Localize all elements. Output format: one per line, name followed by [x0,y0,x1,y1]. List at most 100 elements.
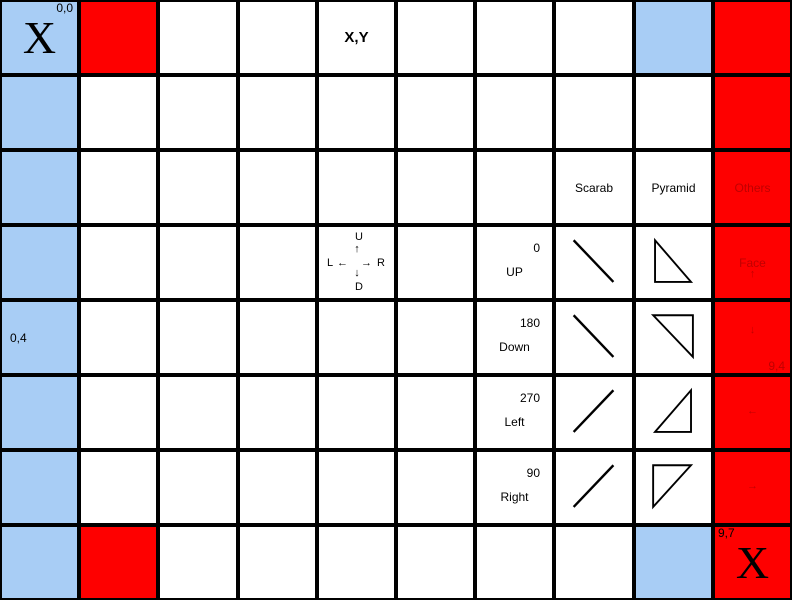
grid-cell-3-1 [238,75,317,150]
pyramid-figure-1 [650,314,694,360]
dirpad-down-arrow-icon: ↓ [354,267,360,279]
rotation-name-1: Down [499,340,530,354]
grid-cell-4-5 [317,375,396,450]
grid-cell-7-5 [554,375,634,450]
grid-cell-5-2 [396,150,475,225]
dirpad-up-icon: U [355,231,363,243]
grid-cell-9-7: X 9,7 [713,525,792,600]
grid-cell-3-0 [238,0,317,75]
face-arrow-0: ↑ [749,268,756,280]
grid-cell-0-5 [0,375,79,450]
pyramid-figure-3 [652,464,694,510]
grid-cell-2-6 [158,450,238,525]
grid-cell-6-5: Left 270 [475,375,554,450]
row4-coordinate-label: 0,4 [10,330,27,345]
grid-cell-9-2: Others [713,150,792,225]
rotation-name-2: Left [504,415,525,429]
grid-cell-8-5 [634,375,713,450]
grid-cell-6-3: UP 0 [475,225,554,300]
grid-cell-7-7 [554,525,634,600]
rotation-name-3: Right [500,490,529,504]
face-arrow-1: ↓ [749,324,756,336]
grid-cell-9-6: → [713,450,792,525]
game-board-grid: X 0,0 X,Y Scarab Pyramid Others U ↑ ↓ D L ← → R UP 0 Fac… [0,0,792,600]
grid-cell-1-7 [79,525,158,600]
grid-cell-7-2: Scarab [554,150,634,225]
grid-cell-7-3 [554,225,634,300]
grid-cell-8-7 [634,525,713,600]
scarab-figure-0 [572,239,615,283]
rotation-name-0: UP [506,265,523,279]
grid-cell-4-0: X,Y [317,0,396,75]
grid-cell-1-0 [79,0,158,75]
grid-cell-0-0: X 0,0 [0,0,79,75]
grid-cell-2-4 [158,300,238,375]
grid-cell-4-3: U ↑ ↓ D L ← → R [317,225,396,300]
origin-coordinate-label: 0,0 [56,1,73,15]
axis-label: X,Y [344,29,369,46]
grid-cell-6-7 [475,525,554,600]
grid-cell-6-6: Right 90 [475,450,554,525]
grid-cell-7-1 [554,75,634,150]
grid-cell-5-5 [396,375,475,450]
face-arrow-2: ← [747,405,758,417]
grid-cell-8-3 [634,225,713,300]
pyramid-figure-2 [652,387,692,433]
grid-cell-7-6 [554,450,634,525]
grid-cell-9-3: Face ↑ [713,225,792,300]
scarab-header: Scarab [574,180,614,195]
grid-cell-1-1 [79,75,158,150]
grid-cell-3-2 [238,150,317,225]
grid-cell-1-3 [79,225,158,300]
grid-cell-5-6 [396,450,475,525]
rotation-degrees-3: 90 [526,466,540,480]
grid-cell-6-0 [475,0,554,75]
grid-cell-4-6 [317,450,396,525]
grid-cell-3-7 [238,525,317,600]
rotation-degrees-2: 270 [519,391,540,405]
grid-cell-3-6 [238,450,317,525]
grid-cell-4-1 [317,75,396,150]
others-header: Others [734,180,771,195]
grid-cell-5-0 [396,0,475,75]
grid-cell-1-4 [79,300,158,375]
face-header: Face [739,255,766,270]
grid-cell-8-6 [634,450,713,525]
grid-cell-1-6 [79,450,158,525]
pyramid-figure-0 [654,237,694,283]
scarab-figure-2 [572,389,615,433]
grid-cell-3-5 [238,375,317,450]
rotation-degrees-1: 180 [519,316,540,330]
dirpad-left-arrow-icon: ← [337,257,348,269]
grid-cell-0-6 [0,450,79,525]
grid-cell-4-7 [317,525,396,600]
grid-cell-5-1 [396,75,475,150]
face-arrow-3: → [747,480,758,492]
grid-cell-4-4 [317,300,396,375]
dirpad-right-icon: R [377,257,385,269]
grid-cell-0-1 [0,75,79,150]
grid-cell-0-3 [0,225,79,300]
grid-cell-6-2 [475,150,554,225]
grid-cell-0-4: 0,4 [0,300,79,375]
grid-cell-5-4 [396,300,475,375]
grid-cell-5-7 [396,525,475,600]
grid-cell-9-4: ↓ 9,4 [713,300,792,375]
grid-cell-2-0 [158,0,238,75]
grid-cell-7-4 [554,300,634,375]
grid-cell-8-2: Pyramid [634,150,713,225]
scarab-figure-3 [572,464,615,508]
grid-cell-6-4: Down 180 [475,300,554,375]
grid-cell-7-0 [554,0,634,75]
dirpad-up-arrow-icon: ↑ [354,243,360,255]
dirpad-left-icon: L [327,257,334,269]
grid-cell-9-1 [713,75,792,150]
rotation-degrees-0: 0 [533,241,540,255]
grid-cell-2-2 [158,150,238,225]
end-coordinate-label: 9,7 [718,526,735,540]
scarab-figure-1 [572,314,615,358]
grid-cell-3-3 [238,225,317,300]
grid-cell-9-5: ← [713,375,792,450]
grid-cell-0-7 [0,525,79,600]
grid-cell-5-3 [396,225,475,300]
